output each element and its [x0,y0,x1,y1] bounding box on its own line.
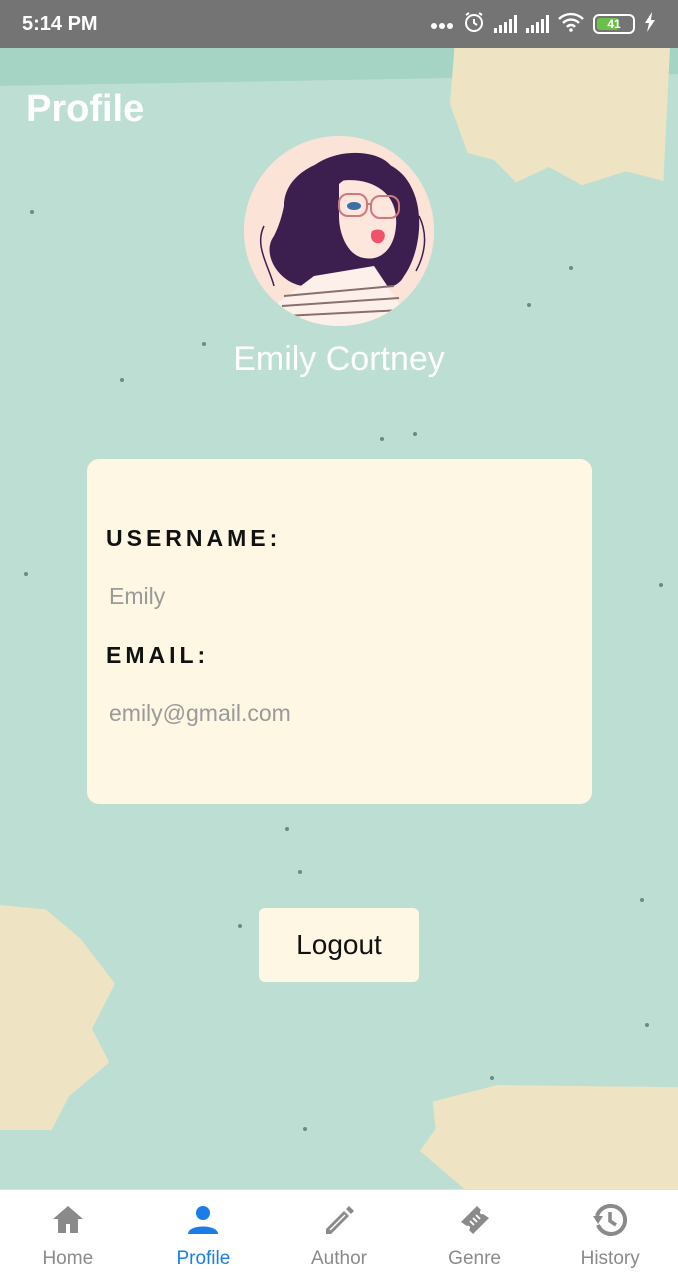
status-time: 5:14 PM [22,12,98,35]
signal-icon [526,15,549,33]
background-speck [380,437,384,441]
email-label: EMAIL: [106,642,210,668]
profile-screen: 5:14 PM 41 Profile Emily Cortney USERNAM… [0,0,678,1280]
status-icons: 41 [430,11,656,38]
background-speck [238,924,242,928]
nav-label-profile: Profile [176,1248,231,1269]
nav-item-home[interactable]: Home [0,1190,136,1280]
nav-item-author[interactable]: Author [271,1190,407,1280]
background-speck [569,266,573,270]
battery-icon: 41 [593,14,635,34]
background-speck [413,432,417,436]
background-speck [659,583,663,587]
nav-label-author: Author [310,1248,367,1269]
background-speck [285,827,289,831]
background-speck [24,572,28,576]
ticket-icon [460,1206,489,1234]
charging-icon [644,11,656,37]
more-dots-icon [430,14,454,35]
page-title: Profile [26,88,145,130]
background-speck [490,1076,494,1080]
background-speck [527,303,531,307]
bottom-nav: Home Profile Author Genre History [0,1189,678,1280]
nav-item-profile[interactable]: Profile [136,1190,272,1280]
avatar [244,136,434,326]
history-icon [593,1203,628,1236]
background-paper-scrap [420,1085,678,1195]
logout-button[interactable]: Logout [259,908,419,982]
user-info-card: USERNAME: Emily EMAIL: emily@gmail.com [87,459,592,804]
battery-level: 41 [593,14,635,34]
background-speck [640,898,644,902]
username-value: Emily [109,583,166,609]
background-paper-scrap [0,905,115,1130]
nav-label-genre: Genre [448,1248,501,1269]
nav-label-home: Home [42,1248,94,1269]
background-speck [303,1127,307,1131]
user-name: Emily Cortney [233,340,445,378]
nav-item-genre[interactable]: Genre [407,1190,543,1280]
pencil-icon [325,1206,354,1234]
background-speck [645,1023,649,1027]
signal-icon [494,15,517,33]
nav-label-history: History [580,1248,640,1269]
home-icon [52,1206,83,1233]
background-speck [298,870,302,874]
status-bar: 5:14 PM 41 [0,0,678,48]
alarm-icon [463,11,485,38]
email-value: emily@gmail.com [109,700,291,726]
person-icon [188,1206,219,1234]
background-paper-scrap [450,48,670,186]
nav-item-history[interactable]: History [542,1190,678,1280]
username-label: USERNAME: [106,525,282,551]
background-speck [30,210,34,214]
wifi-icon [558,12,584,37]
